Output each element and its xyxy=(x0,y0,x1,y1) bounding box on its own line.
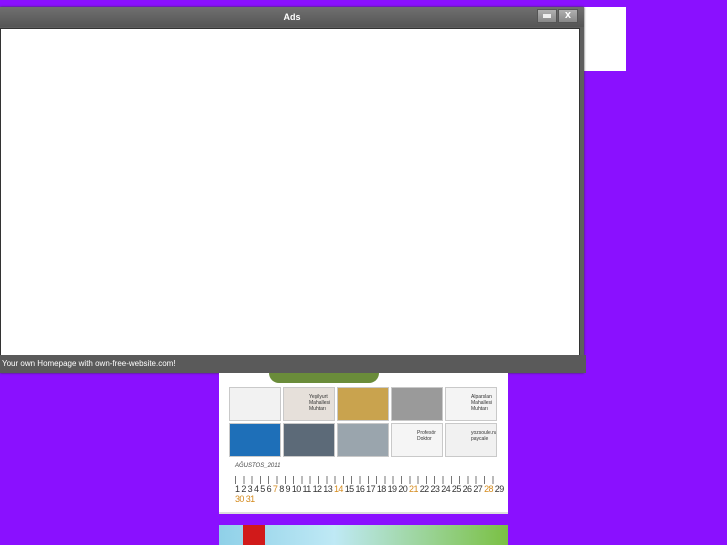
calendar-day: 25 xyxy=(451,484,463,494)
ads-window-titlebar[interactable]: Ads X xyxy=(0,7,584,27)
calendar-day: 15 xyxy=(344,484,356,494)
calendar-day: 24 xyxy=(441,484,452,494)
window-controls: X xyxy=(537,9,578,23)
calendar-ticks xyxy=(235,476,495,484)
calendar-day: 16 xyxy=(355,484,367,494)
ad-cell-person[interactable]: Profesör Doktor xyxy=(391,423,443,457)
calendar-day: 17 xyxy=(366,484,377,494)
calendar-day: 11 xyxy=(302,484,313,494)
ad-cell-honey[interactable] xyxy=(337,387,389,421)
calendar-day: 22 xyxy=(419,484,431,494)
calendar-day: 13 xyxy=(323,484,335,494)
ads-popup-window: Ads X Your own Homepage with own-free-we… xyxy=(0,7,586,373)
calendar-day: 21 xyxy=(409,484,420,494)
ad-cell-muhtar-2[interactable]: Alparslan Mahallesi Muhtarı xyxy=(445,387,497,421)
close-button[interactable]: X xyxy=(558,9,578,23)
calendar-day: 27 xyxy=(473,484,485,494)
ad-cell-food[interactable]: yozsoule.na paycale xyxy=(445,423,497,457)
ads-window-title: Ads xyxy=(283,12,301,22)
close-icon: X xyxy=(564,11,572,20)
calendar-day: 12 xyxy=(312,484,324,494)
ad-cell-muhtar-1[interactable]: Yeşilyurt Mahallesi Muhtarı xyxy=(283,387,335,421)
calendar-days: 1 2 3 4 5 6 7 8 9 10 11 12 13 14 15 16 1… xyxy=(235,484,508,504)
calendar-day: 23 xyxy=(430,484,442,494)
bottom-banner[interactable] xyxy=(219,525,508,545)
ad-cell-construction[interactable] xyxy=(337,423,389,457)
ad-cell-text: Profesör Doktor xyxy=(417,430,436,442)
ad-cell-text: Alparslan Mahallesi Muhtarı xyxy=(471,394,493,412)
minimize-button[interactable] xyxy=(537,9,557,23)
ad-cell-logo[interactable] xyxy=(229,423,281,457)
minimize-icon xyxy=(543,13,551,18)
ad-cell-text: Yeşilyurt Mahallesi Muhtarı xyxy=(309,394,331,412)
ad-cell-keys[interactable] xyxy=(229,387,281,421)
ad-cell-building[interactable] xyxy=(283,423,335,457)
ads-footer-link[interactable]: Your own Homepage with own-free-website.… xyxy=(0,355,586,373)
banner-logo-strip xyxy=(269,373,379,383)
calendar-day: 10 xyxy=(291,484,303,494)
calendar-day: 19 xyxy=(387,484,399,494)
calendar-day: 29 xyxy=(494,484,504,494)
advertising-banner[interactable]: Yeşilyurt Mahallesi Muhtarı Alparslan Ma… xyxy=(219,373,508,514)
background-white-panel xyxy=(584,7,626,71)
calendar-day: 30 xyxy=(235,494,246,504)
ad-grid: Yeşilyurt Mahallesi Muhtarı Alparslan Ma… xyxy=(229,387,497,457)
ads-content-area[interactable] xyxy=(0,28,580,356)
ad-cell-text: yozsoule.na paycale xyxy=(471,430,497,442)
flag-icon xyxy=(243,525,265,545)
calendar-day: 14 xyxy=(334,484,345,494)
ad-cell-tools[interactable] xyxy=(391,387,443,421)
calendar-day: 18 xyxy=(376,484,388,494)
calendar-day: 31 xyxy=(245,494,255,504)
calendar-day: 20 xyxy=(398,484,410,494)
calendar-day: 28 xyxy=(484,484,495,494)
calendar-title: AĞUSTOS_2011 xyxy=(235,463,281,469)
calendar-day: 26 xyxy=(462,484,474,494)
